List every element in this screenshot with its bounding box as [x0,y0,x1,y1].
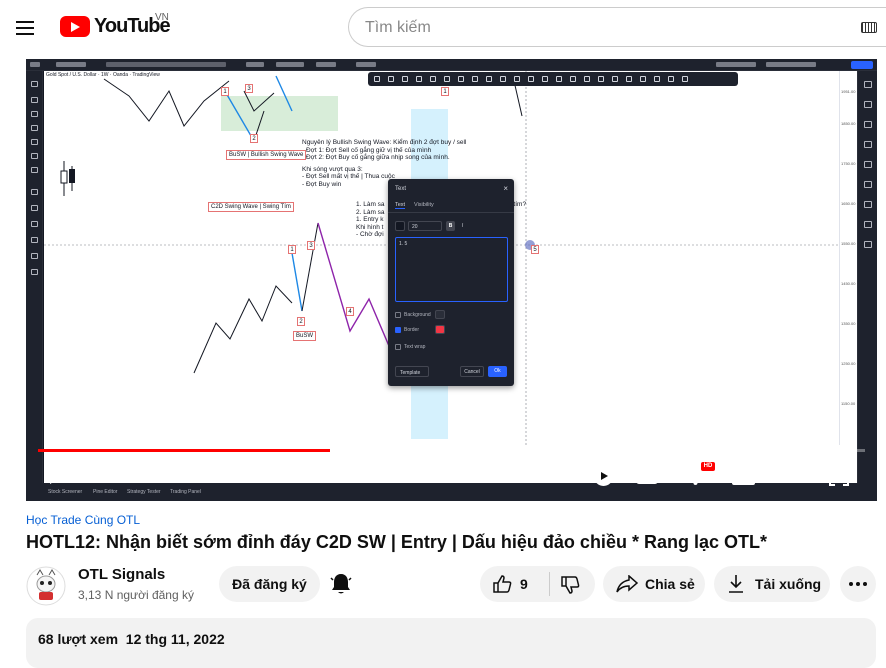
time-display: 11:59 / 33:56 [185,467,260,482]
wave-number: 3 [245,84,253,93]
busw-label-box: BuSW | Bullish Swing Wave [226,150,307,160]
player-controls: 11:59 / 33:56 HD [26,455,877,501]
search-input[interactable] [365,16,825,40]
progress-bar[interactable] [38,449,865,452]
bold-toggle: B [446,221,455,231]
next-icon[interactable] [98,466,116,484]
youtube-logo[interactable]: YouTube VN [60,12,171,41]
background-checkbox [395,312,401,318]
channel-hashtag-link[interactable]: Học Trade Cùng OTL [26,513,140,527]
tab-visibility: Visibility [414,202,434,208]
video-title: HOTL12: Nhận biết sớm đỉnh đáy C2D SW | … [26,532,767,552]
view-date-meta: 68 lượt xem 12 thg 11, 2022 [38,631,225,647]
share-button[interactable]: Chia sẻ [603,566,705,602]
keyboard-icon[interactable] [861,22,877,33]
wave-number: 5 [531,245,539,254]
download-label: Tải xuống [755,576,822,592]
bell-icon[interactable] [330,572,352,596]
annotation-list: 1. Làm sa 2. Làm sa 1. Entry k Khi hình … [356,201,385,239]
dialog-title: Text [395,186,407,192]
fullscreen-icon[interactable] [829,466,849,486]
description-box[interactable]: 68 lượt xem 12 thg 11, 2022 [26,618,876,668]
upload-date: 12 thg 11, 2022 [125,631,225,647]
border-checkbox [395,327,401,333]
youtube-logo-icon [60,16,90,37]
tv-drawing-tools [26,71,43,491]
channel-avatar[interactable] [26,566,66,606]
theater-mode-icon[interactable] [779,469,804,483]
autoplay-icon [594,467,613,486]
wave-number: 2 [297,317,305,326]
tv-price-axis: 1951.00 1850.00 1750.00 1650.00 1550.00 1450… [839,71,857,445]
view-count: 68 lượt xem [38,631,119,647]
download-button[interactable]: Tải xuống [714,566,830,602]
miniplayer-icon[interactable] [732,467,755,485]
background-label: Background [404,312,431,318]
tv-text-dialog: Text × Text Visibility 20 B I 1. 5 Backg… [388,179,514,386]
tv-symbol-legend: Gold Spot / U.S. Dollar · 1W · Oanda · T… [46,72,160,78]
wave-number: 2 [250,134,258,143]
border-color-swatch [435,325,445,334]
play-icon[interactable] [50,464,67,484]
like-count: 9 [520,576,528,592]
masthead: YouTube VN [0,0,886,56]
subtitles-icon[interactable] [636,467,658,484]
share-icon [616,575,638,593]
subscribed-button[interactable]: Đã đăng ký [219,566,320,602]
channel-name[interactable]: OTL Signals [78,566,165,583]
wave-number: 1 [288,245,296,254]
video-player[interactable]: Gold Spot / U.S. Dollar · 1W · Oanda · T… [26,59,877,501]
avatar-icon [26,566,66,606]
tab-style: Text [395,202,406,209]
wave-number: 4 [346,307,354,316]
background-color-swatch [435,310,445,319]
wave-number: 1 [441,87,449,96]
volume-icon[interactable] [144,466,166,484]
share-label: Chia sẻ [645,576,695,592]
autoplay-toggle[interactable] [581,467,614,486]
dialog-ok-button: Ok [488,366,507,377]
region-code: VN [155,12,169,23]
download-icon [729,575,743,593]
tv-top-toolbar [26,59,877,71]
c2d-label-box: C2D Swing Wave | Swing Tím [208,202,294,212]
wave-number: 1 [221,87,229,96]
thumbs-down-icon[interactable] [560,575,580,595]
busw-short-label: BuSW [293,331,317,341]
tv-floating-toolbar [368,72,738,86]
italic-toggle: I [461,223,464,229]
font-size-select: 20 [408,221,442,231]
menu-icon[interactable] [10,14,40,42]
tv-right-panel [857,71,877,491]
text-color-swatch [395,221,405,231]
more-horizontal-icon [849,582,867,586]
wave-number: 3 [307,241,315,250]
template-dropdown: Template [395,366,429,377]
search-box [348,7,886,47]
text-input-area: 1. 5 [395,237,508,302]
text-wrap-label: Text wrap [404,344,426,350]
more-actions-button[interactable] [840,566,876,602]
tv-publish-button [851,61,873,69]
text-wrap-checkbox [395,344,401,350]
dialog-cancel-button: Cancel [460,366,484,377]
hd-badge: HD [701,462,715,471]
progress-fill [38,449,330,452]
close-icon: × [503,184,508,193]
subscriber-count: 3,13 N người đăng ký [78,588,194,602]
thumbs-up-icon[interactable] [492,574,512,594]
like-dislike-group: 9 [480,566,595,602]
border-label: Border [404,327,420,333]
